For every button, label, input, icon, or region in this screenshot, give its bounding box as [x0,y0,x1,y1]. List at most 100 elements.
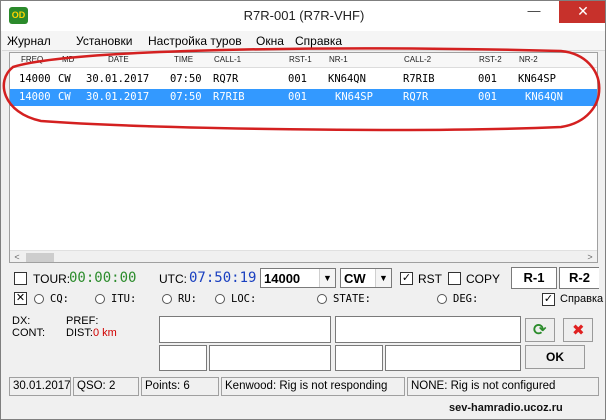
r1-button[interactable]: R-1 [511,267,557,289]
menu-help[interactable]: Справка [295,34,342,48]
radio-state[interactable] [317,294,327,304]
delete-button[interactable]: ✖ [563,318,593,342]
frequency-select[interactable]: 14000 ▼ [260,268,336,288]
state-label: STATE: [333,293,371,305]
dx-label: DX: [12,315,31,327]
status-bar: 30.01.2017 QSO: 2 Points: 6 Kenwood: Rig… [9,377,599,396]
minimize-icon[interactable]: — [521,1,547,23]
status-rig-1: Kenwood: Rig is not responding [221,377,405,396]
radio-loc[interactable] [215,294,225,304]
mode-value: CW [344,271,366,286]
col-nr2[interactable]: NR-2 [519,55,538,64]
cell-nr1: KN64SP [335,91,373,103]
status-date: 30.01.2017 [9,377,71,396]
menu-settings[interactable]: Установки [76,34,132,48]
col-call1[interactable]: CALL-1 [214,55,241,64]
cell-time: 07:50 [170,73,202,85]
copy-label: COPY [466,272,501,286]
mode-select[interactable]: CW ▼ [340,268,392,288]
refresh-icon: ⟳ [533,322,547,339]
col-freq[interactable]: FREQ [21,55,43,64]
dist-value: 0 km [93,327,117,339]
pref-label: PREF: [66,315,99,327]
cell-call1: RQ7R [213,73,239,85]
contest-control-row: TOUR: 00:00:00 UTC: 07:50:19 14000 ▼ CW … [9,267,599,289]
radio-deg[interactable] [437,294,447,304]
col-md[interactable]: MD [62,55,74,64]
col-call2[interactable]: CALL-2 [404,55,431,64]
rst-2-input[interactable] [335,345,383,371]
swap-button[interactable]: ⟳ [525,318,555,342]
cell-call1: R7RIB [213,91,245,103]
menu-windows[interactable]: Окна [256,34,284,48]
cell-call2: RQ7R [403,91,429,103]
window-title: R7R-001 (R7R-VHF) [243,8,365,23]
horizontal-scrollbar[interactable]: < > [10,250,597,262]
title-bar[interactable]: OD R7R-001 (R7R-VHF) — ✕ [1,1,605,31]
loc-label: LOC: [231,293,257,305]
frequency-value: 14000 [264,271,301,286]
ru-label: RU: [178,293,197,305]
call-1-input[interactable] [159,316,331,343]
cell-date: 30.01.2017 [86,91,150,103]
delete-icon: ✖ [572,322,585,339]
nr-1-input[interactable] [209,345,331,371]
table-row[interactable]: 14000 CW 30.01.2017 07:50 RQ7R 001 KN64Q… [10,71,597,88]
close-icon[interactable]: ✕ [14,292,27,305]
table-row-selected[interactable]: 14000 CW 30.01.2017 07:50 R7RIB 001 KN64… [10,89,597,106]
tour-label: TOUR: [33,272,71,286]
radio-ru[interactable] [162,294,172,304]
col-rst2[interactable]: RST-2 [479,55,502,64]
rst-label: RST [418,272,442,286]
col-rst1[interactable]: RST-1 [289,55,312,64]
cell-nr2: KN64QN [525,91,563,103]
col-time[interactable]: TIME [174,55,193,64]
r2-button[interactable]: R-2 [559,267,599,289]
copy-checkbox[interactable] [448,272,461,285]
utc-label: UTC: [159,272,187,286]
radio-itu[interactable] [95,294,105,304]
cell-rst1: 001 [288,73,307,85]
callsign-info-area: DX: PREF: CONT: DIST: 0 km ⟳ ✖ OK [9,312,599,372]
help-checkbox[interactable]: ✓ [542,293,555,306]
cell-freq: 14000 [19,91,51,103]
nr-2-input[interactable] [385,345,521,371]
menu-tour-settings[interactable]: Настройка туров [148,34,242,48]
ok-button[interactable]: OK [525,345,585,369]
watermark: sev-hamradio.ucoz.ru [449,402,563,414]
cell-rst1: 001 [288,91,307,103]
qso-log-table[interactable]: FREQ MD DATE TIME CALL-1 RST-1 NR-1 CALL… [9,52,598,263]
main-window: OD R7R-001 (R7R-VHF) — ✕ Журнал Установк… [0,0,606,420]
scroll-thumb[interactable] [26,253,54,262]
cell-rst2: 001 [478,91,497,103]
cell-nr1: KN64QN [328,73,366,85]
rst-1-input[interactable] [159,345,207,371]
radio-cq[interactable] [34,294,44,304]
call-2-input[interactable] [335,316,521,343]
status-qso: QSO: 2 [73,377,139,396]
cont-label: CONT: [12,327,45,339]
utc-clock: 07:50:19 [189,270,257,286]
cell-call2: R7RIB [403,73,435,85]
col-date[interactable]: DATE [108,55,129,64]
col-nr1[interactable]: NR-1 [329,55,348,64]
cq-label: CQ: [50,293,69,305]
tour-timer: 00:00:00 [69,270,137,286]
cell-nr2: KN64SP [518,73,556,85]
chevron-down-icon[interactable]: ▼ [319,269,335,287]
chevron-down-icon[interactable]: ▼ [375,269,391,287]
rst-checkbox[interactable]: ✓ [400,272,413,285]
status-rig-2: NONE: Rig is not configured [407,377,599,396]
scroll-left-icon[interactable]: < [10,251,24,262]
cell-date: 30.01.2017 [86,73,150,85]
tour-checkbox[interactable] [14,272,27,285]
help-label: Справка [560,293,604,305]
menu-journal[interactable]: Журнал [7,34,51,48]
scroll-right-icon[interactable]: > [583,251,597,262]
cell-rst2: 001 [478,73,497,85]
menu-bar: Журнал Установки Настройка туров Окна Сп… [2,31,605,51]
close-icon[interactable]: ✕ [559,1,605,23]
dist-label: DIST: [66,327,93,339]
deg-label: DEG: [453,293,479,305]
itu-label: ITU: [111,293,137,305]
